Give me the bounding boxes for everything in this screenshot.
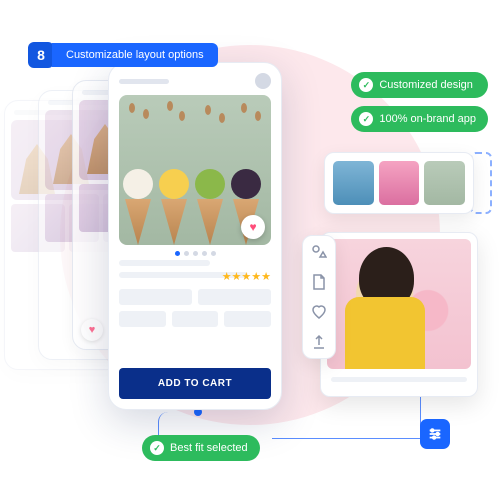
pill-bestfit: ✓ Best fit selected: [142, 435, 260, 461]
thumbnail[interactable]: [424, 161, 465, 205]
check-icon: ✓: [150, 441, 164, 455]
option-row[interactable]: [119, 311, 271, 327]
heart-icon[interactable]: ♥: [81, 319, 103, 341]
connector-line: [272, 438, 420, 439]
nav-placeholder: [119, 79, 169, 84]
product-page-preview: ♥ ★★★★★ ADD TO CART: [108, 62, 282, 410]
lifestyle-photo[interactable]: [327, 239, 471, 369]
badge-label: Customizable layout options: [52, 43, 218, 67]
product-hero-image[interactable]: ♥: [119, 95, 271, 245]
feature-badge: 8 Customizable layout options: [28, 42, 218, 68]
rating-stars[interactable]: ★★★★★: [119, 270, 271, 283]
check-icon: ✓: [359, 112, 373, 126]
preview-card: [320, 232, 478, 397]
carousel-dots[interactable]: [119, 251, 271, 256]
pill-label: Best fit selected: [170, 442, 248, 454]
editor-toolbar: [302, 235, 336, 359]
pill-label: Customized design: [379, 79, 473, 91]
heart-icon[interactable]: [311, 304, 327, 320]
check-icon: ✓: [359, 78, 373, 92]
sliders-icon: [427, 426, 443, 442]
caption-placeholder: [331, 377, 467, 382]
feature-pill-list: ✓ Customized design ✓ 100% on-brand app: [351, 72, 488, 132]
pill-onbrand: ✓ 100% on-brand app: [351, 106, 488, 132]
thumbnail-gallery: [324, 152, 474, 214]
thumbnail[interactable]: [379, 161, 420, 205]
page-icon[interactable]: [311, 274, 327, 290]
upload-icon[interactable]: [311, 334, 327, 350]
badge-number: 8: [28, 42, 54, 68]
option-row[interactable]: [119, 289, 271, 305]
favorite-button[interactable]: ♥: [241, 215, 265, 239]
pill-label: 100% on-brand app: [379, 113, 476, 125]
thumbnail[interactable]: [333, 161, 374, 205]
shapes-icon[interactable]: [311, 244, 327, 260]
status-pill: ✓ Best fit selected: [142, 435, 260, 461]
settings-button[interactable]: [420, 419, 450, 449]
add-to-cart-button[interactable]: ADD TO CART: [119, 368, 271, 399]
pill-customized-design: ✓ Customized design: [351, 72, 488, 98]
avatar[interactable]: [255, 73, 271, 89]
